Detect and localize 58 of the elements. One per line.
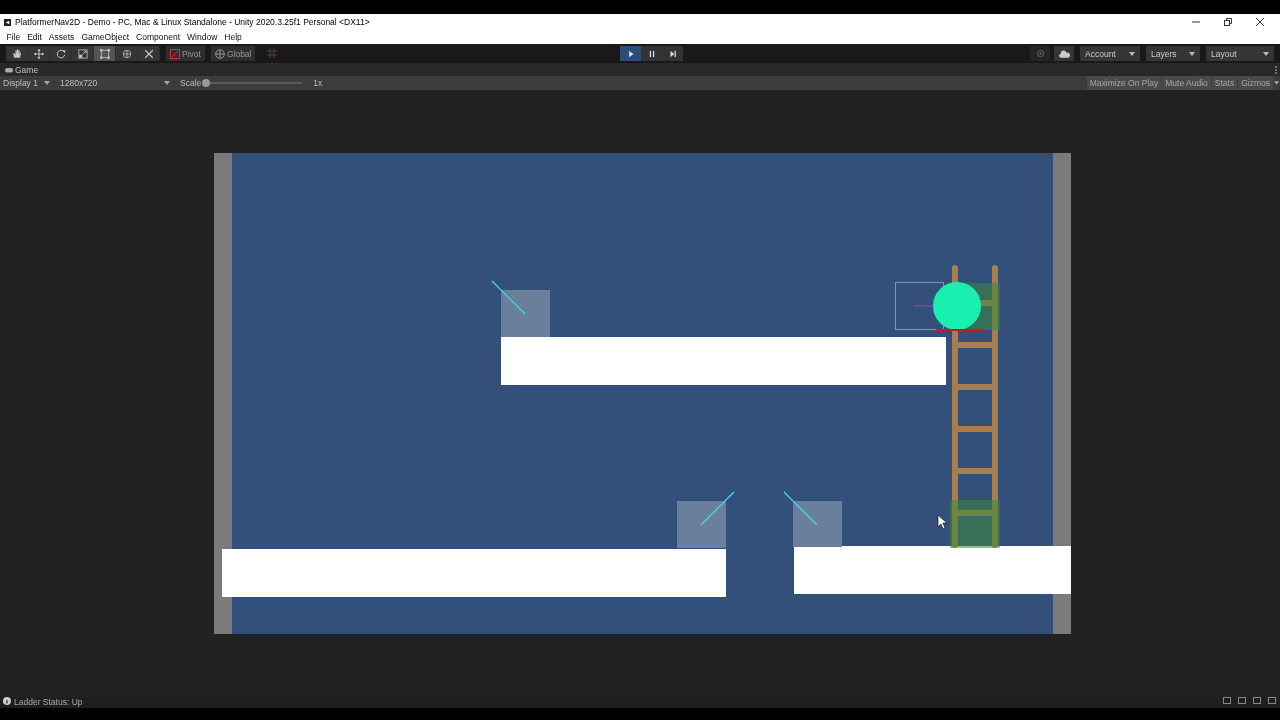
menu-item[interactable]: Assets <box>45 32 78 42</box>
status-message[interactable]: Ladder Status: Up <box>14 697 83 707</box>
menu-item[interactable]: Window <box>183 32 221 42</box>
cross-tools-icon <box>142 47 155 60</box>
game-tab[interactable]: Game <box>5 64 39 75</box>
minimize-icon[interactable] <box>1192 18 1200 26</box>
scale-tool-button[interactable] <box>72 46 93 61</box>
cross-tools-tool-button[interactable] <box>138 46 159 61</box>
slider-thumb[interactable] <box>202 79 211 87</box>
crate <box>677 491 735 548</box>
scale-value: 1x <box>313 78 323 88</box>
pivot-icon <box>170 48 180 59</box>
resolution-dropdown[interactable]: 1280x720 <box>49 78 170 88</box>
menu-item[interactable]: Edit <box>23 32 46 42</box>
menu-item[interactable]: GameObject <box>77 32 133 42</box>
toggle-button[interactable]: Maximize On Play <box>1086 76 1162 90</box>
move-arrows-icon <box>32 47 45 60</box>
caret-icon <box>1189 51 1195 56</box>
mouse-cursor-icon <box>937 514 948 530</box>
window-title: PlatformerNav2D - Demo - PC, Mac & Linux Standalone - Unity 2020.3.25f1 Personal <DX11> <box>15 17 371 27</box>
transform-icon <box>120 47 133 60</box>
scale-label: Scale <box>179 78 202 88</box>
crate <box>491 280 550 337</box>
close-icon[interactable] <box>1256 18 1264 26</box>
rotate-tool-button[interactable] <box>50 46 71 61</box>
toggle-button[interactable]: Gizmos <box>1238 76 1273 90</box>
toggle-button[interactable]: Mute Audio <box>1162 76 1211 90</box>
global-button[interactable]: Global <box>210 46 256 61</box>
toggle-button[interactable]: Stats <box>1211 76 1238 90</box>
menu-item[interactable]: Help <box>220 32 246 42</box>
hand-icon <box>10 47 23 60</box>
caret-icon <box>43 81 50 85</box>
pause-button[interactable] <box>641 46 663 61</box>
dropdown[interactable]: Layout <box>1206 46 1274 61</box>
crate <box>783 491 842 547</box>
play-button[interactable] <box>620 46 642 61</box>
caret-icon <box>163 81 170 85</box>
caret-icon <box>1263 51 1269 56</box>
rect-tool-icon <box>98 47 111 60</box>
caret-icon[interactable] <box>1274 81 1279 85</box>
hand-tool-button[interactable] <box>6 46 27 61</box>
restore-icon[interactable] <box>1224 18 1232 26</box>
globe-icon <box>214 48 225 59</box>
menu-item[interactable]: File <box>3 32 24 42</box>
rotate-icon <box>54 47 67 60</box>
display-dropdown[interactable]: Display 1 <box>0 78 50 88</box>
rect-tool-tool-button[interactable] <box>94 46 115 61</box>
transform-tool-button[interactable] <box>116 46 137 61</box>
unity-logo-icon <box>4 18 11 26</box>
gamepad-icon <box>5 66 13 73</box>
move-arrows-tool-button[interactable] <box>28 46 49 61</box>
pivot-button[interactable]: Pivot <box>166 46 205 61</box>
dropdown[interactable]: Account <box>1080 46 1140 61</box>
menu-item[interactable]: Component <box>132 32 184 42</box>
step-button[interactable] <box>662 46 684 61</box>
dropdown[interactable]: Layers <box>1146 46 1200 61</box>
scale-icon <box>76 47 89 60</box>
caret-icon <box>1129 51 1135 56</box>
